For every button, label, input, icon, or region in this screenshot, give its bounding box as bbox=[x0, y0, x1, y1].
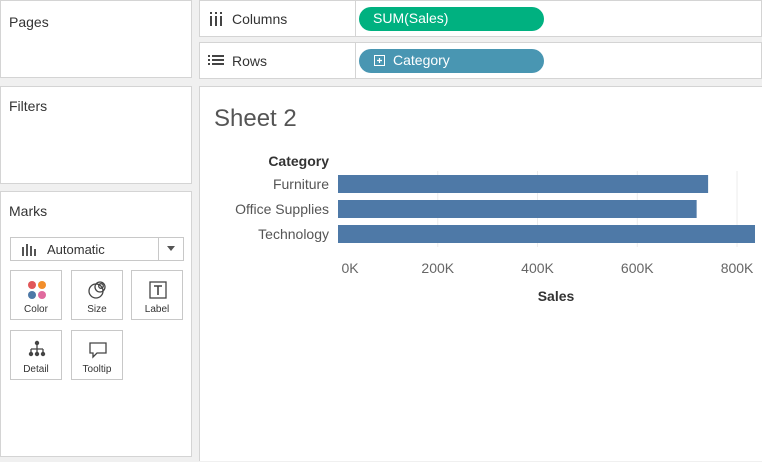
filters-title: Filters bbox=[9, 98, 48, 114]
label-button[interactable]: Label bbox=[131, 270, 183, 320]
x-tick-label: 400K bbox=[521, 260, 554, 276]
filters-card[interactable]: Filters bbox=[0, 86, 192, 184]
mark-type-dropdown[interactable]: Automatic bbox=[10, 237, 184, 261]
sheet-view: Sheet 2 Category Furniture Office Supplies… bbox=[199, 86, 762, 461]
rows-label-text: Rows bbox=[232, 53, 268, 69]
sum-sales-pill-text: SUM(Sales) bbox=[373, 10, 449, 26]
mark-type-value: Automatic bbox=[47, 242, 105, 257]
x-tick-label: 800K bbox=[721, 260, 754, 276]
tooltip-button-label: Tooltip bbox=[82, 364, 112, 375]
marks-card: Marks Automatic Color Size Label Detail … bbox=[0, 191, 192, 457]
dropdown-caret[interactable] bbox=[158, 238, 183, 260]
bar bbox=[338, 200, 697, 218]
size-button[interactable]: Size bbox=[71, 270, 123, 320]
tooltip-button[interactable]: Tooltip bbox=[71, 330, 123, 380]
color-icon bbox=[28, 281, 46, 299]
x-tick-label: 200K bbox=[421, 260, 454, 276]
color-button-label: Color bbox=[24, 304, 48, 315]
size-icon bbox=[88, 281, 106, 299]
bar-chart-icon bbox=[22, 244, 36, 256]
x-tick-label: 600K bbox=[621, 260, 654, 276]
bar bbox=[338, 175, 709, 193]
columns-shelf[interactable]: Columns SUM(Sales) bbox=[199, 0, 762, 37]
row-header: Category bbox=[268, 153, 329, 169]
rows-shelf-label: Rows bbox=[200, 43, 356, 78]
detail-button-label: Detail bbox=[23, 364, 49, 375]
chevron-down-icon bbox=[167, 246, 175, 251]
x-tick-label: 0K bbox=[341, 260, 359, 276]
bar bbox=[338, 225, 755, 243]
pages-card: Pages bbox=[0, 0, 192, 78]
category-pill-text: Category bbox=[393, 52, 450, 68]
size-button-label: Size bbox=[87, 304, 107, 315]
category-pill[interactable]: Category bbox=[359, 49, 544, 73]
sum-sales-pill[interactable]: SUM(Sales) bbox=[359, 7, 544, 31]
detail-button[interactable]: Detail bbox=[10, 330, 62, 380]
category-label: Technology bbox=[258, 226, 329, 242]
label-button-label: Label bbox=[144, 304, 170, 315]
columns-icon bbox=[210, 12, 222, 26]
detail-hierarchy-icon bbox=[28, 340, 46, 357]
rows-shelf[interactable]: Rows Category bbox=[199, 42, 762, 79]
tooltip-speech-bubble-icon bbox=[89, 342, 107, 359]
pages-title: Pages bbox=[9, 14, 49, 30]
color-button[interactable]: Color bbox=[10, 270, 62, 320]
category-label: Furniture bbox=[273, 176, 329, 192]
expand-plus-icon[interactable] bbox=[374, 55, 385, 66]
text-label-icon bbox=[149, 281, 167, 299]
bar-chart: Category Furniture Office Supplies Technolo… bbox=[235, 153, 755, 304]
columns-shelf-label: Columns bbox=[200, 1, 356, 36]
category-label: Office Supplies bbox=[235, 201, 329, 217]
rows-icon bbox=[208, 55, 224, 65]
marks-title: Marks bbox=[9, 203, 48, 219]
x-axis-title: Sales bbox=[538, 288, 575, 304]
columns-label-text: Columns bbox=[232, 11, 288, 27]
